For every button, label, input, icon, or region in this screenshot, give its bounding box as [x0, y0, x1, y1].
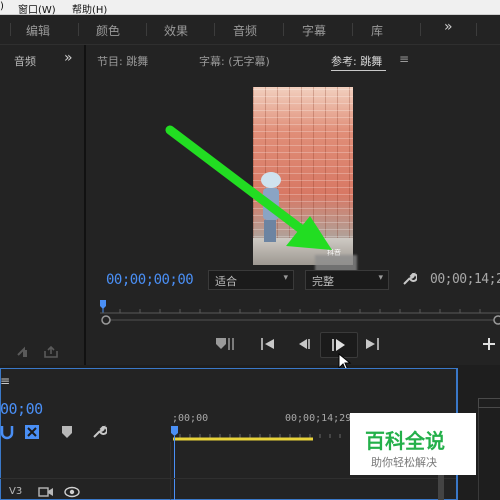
menu-help[interactable]: 帮助(H): [72, 1, 107, 16]
add-button-icon[interactable]: [482, 337, 496, 351]
tab-captions[interactable]: 字幕: (无字幕): [199, 53, 270, 69]
workspace-effects[interactable]: 效果: [164, 22, 188, 39]
workspace-libraries[interactable]: 库: [371, 22, 383, 39]
track-label-v3[interactable]: V3: [9, 486, 22, 497]
workspace-audio[interactable]: 音频: [233, 22, 257, 39]
brand-watermark: 百科全说 助你轻松解决: [350, 413, 476, 475]
menu-window[interactable]: 窗口(W): [18, 1, 56, 16]
film-icon[interactable]: [38, 486, 54, 498]
linked-selection-icon[interactable]: [24, 424, 40, 440]
duration-timecode: 00;00;14;29: [430, 272, 500, 287]
timeline-menu-icon[interactable]: ≡: [0, 374, 10, 388]
audio-panel-title[interactable]: 音频: [14, 53, 36, 69]
eye-icon[interactable]: [64, 486, 80, 498]
step-back-icon[interactable]: [295, 336, 311, 352]
workspace-more-button[interactable]: »: [444, 19, 453, 35]
scroll-handle[interactable]: [478, 398, 500, 408]
play-icon: [332, 339, 345, 351]
current-timecode[interactable]: 00;00;00;00: [106, 272, 194, 288]
panel-menu-icon[interactable]: ≡: [399, 52, 409, 66]
os-menu-partial[interactable]: ): [0, 1, 4, 12]
go-to-out-icon[interactable]: [364, 336, 380, 352]
wrench-icon[interactable]: [401, 271, 417, 287]
workspace-edit[interactable]: 编辑: [26, 22, 50, 39]
insert-marker-icon[interactable]: [214, 335, 236, 353]
workspace-captions[interactable]: 字幕: [302, 22, 326, 39]
audio-mixer-icon[interactable]: [16, 345, 34, 359]
tab-reference[interactable]: 参考: 跳舞: [331, 53, 382, 69]
track-divider: [0, 478, 456, 479]
active-tab-underline: [331, 70, 386, 71]
go-to-in-icon[interactable]: [260, 336, 276, 352]
brand-title: 百科全说: [365, 429, 445, 453]
panel-divider: [478, 408, 479, 500]
monitor-time-ruler[interactable]: [100, 296, 500, 326]
marker-icon[interactable]: [61, 425, 73, 439]
workspace-color[interactable]: 颜色: [96, 22, 120, 39]
quality-select-value: 完整: [312, 275, 334, 288]
quality-select[interactable]: 完整 ▾: [305, 270, 389, 290]
os-menu-bar: ) 窗口(W) 帮助(H): [0, 0, 500, 16]
export-icon[interactable]: [42, 345, 60, 359]
panel-more-button[interactable]: »: [64, 50, 73, 66]
annotation-arrow-icon: [165, 125, 332, 250]
chevron-down-icon: ▾: [283, 273, 288, 283]
timeline-ruler-start: ;00;00: [172, 413, 209, 424]
timeline-timecode[interactable]: 00;00: [0, 400, 43, 418]
fit-select-value: 适合: [215, 275, 237, 288]
brand-slogan: 助你轻松解决: [371, 456, 437, 469]
workspace-bar: 编辑 颜色 效果 音频 字幕 库 »: [0, 15, 500, 45]
chevron-down-icon: ▾: [378, 273, 383, 283]
tab-program[interactable]: 节目: 跳舞: [97, 53, 148, 69]
fit-select[interactable]: 适合 ▾: [208, 270, 294, 290]
timeline-wrench-icon[interactable]: [91, 424, 107, 440]
timeline-ruler-end: 00;00;14;29: [285, 413, 352, 424]
snap-icon[interactable]: [0, 424, 14, 440]
audio-panel: 音频 »: [0, 45, 86, 365]
